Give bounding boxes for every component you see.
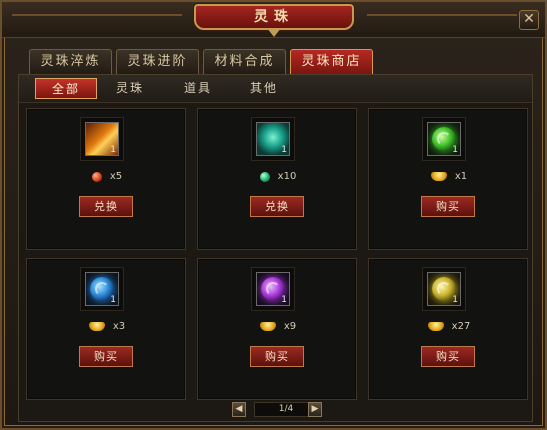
buy-button[interactable]: 购买 (250, 346, 304, 367)
item-price: x1 (369, 171, 529, 187)
shop-item-card: 1 x1 购买 (368, 108, 528, 250)
title-ornament-right (367, 14, 517, 16)
subtab-other[interactable]: 其他 (233, 78, 295, 99)
title-gem-icon (267, 28, 281, 37)
price-value: x9 (283, 321, 297, 332)
exchange-button[interactable]: 兑换 (250, 196, 304, 217)
price-value: x3 (112, 321, 126, 332)
subtab-props[interactable]: 道具 (167, 78, 229, 99)
green-coin-icon (259, 171, 270, 182)
item-count: 1 (452, 295, 458, 305)
lingzhu-window: 灵珠 ✕ 灵珠淬炼 灵珠进阶 材料合成 灵珠商店 全部 灵珠 道具 其他 1 x… (0, 0, 547, 430)
buy-button[interactable]: 购买 (79, 346, 133, 367)
purple-pearl-icon: 1 (256, 272, 290, 306)
item-slot[interactable]: 1 (422, 117, 466, 161)
price-value: x5 (109, 171, 123, 182)
tab-synthesis[interactable]: 材料合成 (203, 49, 286, 74)
title-bar: 灵珠 ✕ (2, 2, 545, 38)
shop-item-card: 1 x9 购买 (197, 258, 357, 400)
arrow-left-icon: ◀ (235, 404, 243, 414)
gold-ingot-icon (427, 322, 444, 331)
item-slot[interactable]: 1 (251, 267, 295, 311)
green-pearl-icon: 1 (427, 122, 461, 156)
item-price: x10 (198, 171, 358, 187)
item-slot[interactable]: 1 (422, 267, 466, 311)
item-price: x27 (369, 321, 529, 337)
item-count: 1 (281, 145, 287, 155)
item-price: x3 (27, 321, 187, 337)
buy-button[interactable]: 购买 (421, 346, 475, 367)
subtab-pearl[interactable]: 灵珠 (99, 78, 161, 99)
gold-ingot-icon (259, 322, 276, 331)
shop-item-card: 1 x3 购买 (26, 258, 186, 400)
category-bar: 全部 灵珠 道具 其他 (19, 75, 532, 103)
tab-refine[interactable]: 灵珠淬炼 (29, 49, 112, 74)
tab-advance[interactable]: 灵珠进阶 (116, 49, 199, 74)
shop-panel: 全部 灵珠 道具 其他 1 x5 兑换 1 x10 兑换 1 x1 购买 1 x… (18, 74, 533, 422)
price-value: x1 (454, 171, 468, 182)
blue-pearl-icon: 1 (85, 272, 119, 306)
item-price: x5 (27, 171, 187, 187)
item-price: x9 (198, 321, 358, 337)
item-slot[interactable]: 1 (80, 117, 124, 161)
next-page-button[interactable]: ▶ (308, 402, 322, 417)
shop-item-card: 1 x27 购买 (368, 258, 528, 400)
exchange-button[interactable]: 兑换 (79, 196, 133, 217)
window-title: 灵珠 (194, 4, 354, 30)
red-coin-icon (91, 171, 102, 182)
gold-ingot-icon (430, 172, 447, 181)
item-count: 1 (452, 145, 458, 155)
close-icon: ✕ (523, 11, 535, 27)
price-value: x10 (277, 171, 297, 182)
price-value: x27 (451, 321, 471, 332)
shop-item-card: 1 x5 兑换 (26, 108, 186, 250)
item-slot[interactable]: 1 (251, 117, 295, 161)
gold-ingot-icon (88, 322, 105, 331)
close-button[interactable]: ✕ (519, 10, 539, 30)
yellow-pearl-icon: 1 (427, 272, 461, 306)
item-slot[interactable]: 1 (80, 267, 124, 311)
teal-whirlwind-icon: 1 (256, 122, 290, 156)
shop-item-card: 1 x10 兑换 (197, 108, 357, 250)
tab-shop[interactable]: 灵珠商店 (290, 49, 373, 74)
prev-page-button[interactable]: ◀ (232, 402, 246, 417)
buy-button[interactable]: 购买 (421, 196, 475, 217)
item-count: 1 (281, 295, 287, 305)
subtab-all[interactable]: 全部 (35, 78, 97, 99)
arrow-right-icon: ▶ (311, 404, 319, 414)
fire-scroll-icon: 1 (85, 122, 119, 156)
item-count: 1 (110, 145, 116, 155)
title-ornament-left (12, 14, 182, 16)
item-count: 1 (110, 295, 116, 305)
